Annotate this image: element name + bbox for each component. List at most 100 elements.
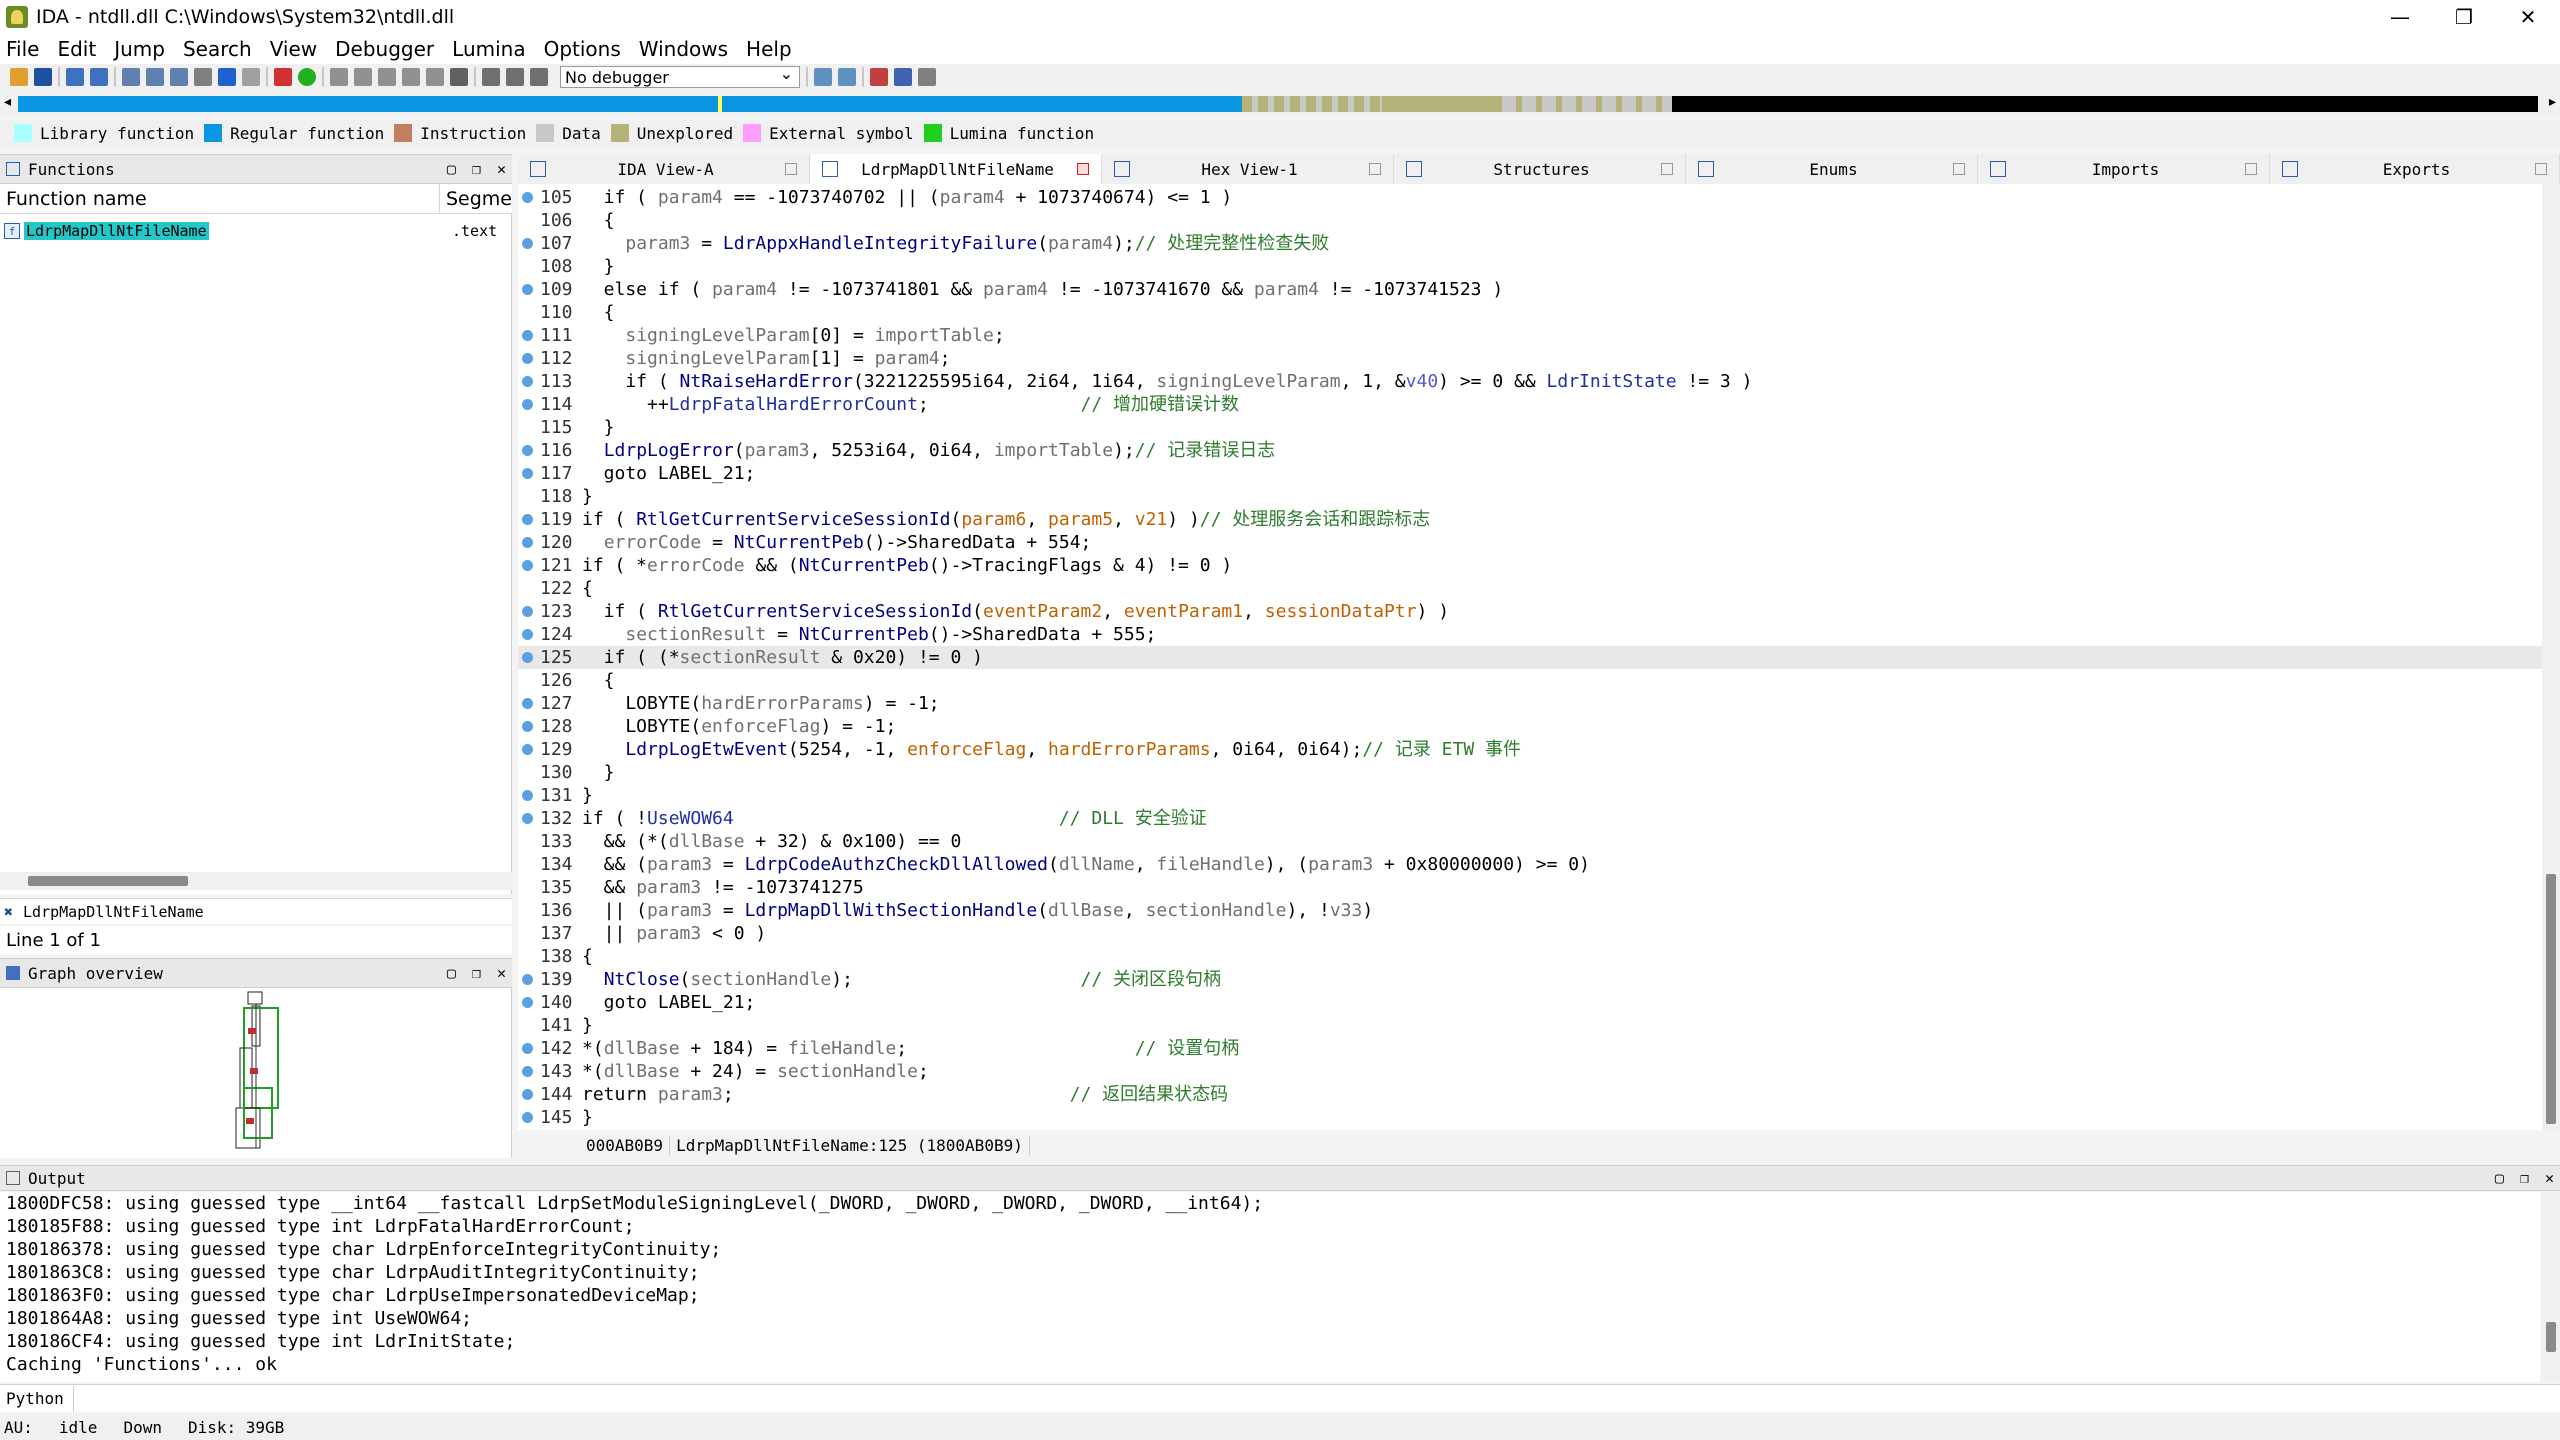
save-icon[interactable]	[34, 68, 52, 86]
menu-options[interactable]: Options	[544, 37, 621, 61]
code-line[interactable]: 129 LdrpLogEtwEvent(5254, -1, enforceFla…	[518, 738, 2542, 761]
functions-horizontal-scrollbar[interactable]	[0, 872, 512, 890]
code-line[interactable]: 136 || (param3 = LdrpMapDllWithSectionHa…	[518, 899, 2542, 922]
code-line[interactable]: 128 LOBYTE(enforceFlag) = -1;	[518, 715, 2542, 738]
menu-search[interactable]: Search	[183, 37, 252, 61]
breakpoint-dot-icon[interactable]	[522, 238, 533, 249]
code-line[interactable]: 131}	[518, 784, 2542, 807]
code-line[interactable]: 143 *(dllBase + 24) = sectionHandle;	[518, 1060, 2542, 1083]
tab-close-icon[interactable]	[1661, 163, 1673, 175]
cli-input[interactable]	[74, 1386, 2560, 1412]
forward-arrow-icon[interactable]	[90, 68, 108, 86]
breakpoint-dot-icon[interactable]	[522, 192, 533, 203]
code-line[interactable]: 117 goto LABEL_21;	[518, 462, 2542, 485]
breakpoint-dot-icon[interactable]	[522, 744, 533, 755]
breakpoint-dot-icon[interactable]	[522, 1089, 533, 1100]
breakpoint-dot-icon[interactable]	[522, 376, 533, 387]
search-icon[interactable]	[122, 68, 140, 86]
mark-icon[interactable]	[194, 68, 212, 86]
code-line[interactable]: 120 errorCode = NtCurrentPeb()->SharedDa…	[518, 531, 2542, 554]
code-line[interactable]: 144 return param3; // 返回结果状态码	[518, 1083, 2542, 1106]
code-line[interactable]: 109 else if ( param4 != -1073741801 && p…	[518, 278, 2542, 301]
tab-exports[interactable]: Exports	[2270, 154, 2560, 184]
clear-filter-icon[interactable]: ✖	[4, 903, 13, 921]
code-line[interactable]: 140 goto LABEL_21;	[518, 991, 2542, 1014]
breakpoint-dot-icon[interactable]	[522, 721, 533, 732]
code-line[interactable]: 124 sectionResult = NtCurrentPeb()->Shar…	[518, 623, 2542, 646]
menu-windows[interactable]: Windows	[639, 37, 728, 61]
pause-icon[interactable]	[506, 68, 524, 86]
code-line[interactable]: 108 }	[518, 255, 2542, 278]
breakpoint-dot-icon[interactable]	[522, 514, 533, 525]
tab-structures[interactable]: Structures	[1394, 154, 1686, 184]
breakpoint-dot-icon[interactable]	[522, 698, 533, 709]
tab-imports[interactable]: Imports	[1978, 154, 2270, 184]
menu-view[interactable]: View	[270, 37, 317, 61]
breakpoint-dot-icon[interactable]	[522, 445, 533, 456]
tab-hex-view-1[interactable]: Hex View-1	[1102, 154, 1394, 184]
jump-down-icon[interactable]	[218, 68, 236, 86]
scrollbar-thumb[interactable]	[2546, 1322, 2556, 1352]
edit-function-icon[interactable]	[354, 68, 372, 86]
structs-icon[interactable]	[426, 68, 444, 86]
panel-maximize-icon[interactable]: ▢	[2495, 1169, 2504, 1187]
breakpoint-dot-icon[interactable]	[522, 997, 533, 1008]
breakpoint-dot-icon[interactable]	[522, 813, 533, 824]
code-line[interactable]: 107 param3 = LdrAppxHandleIntegrityFailu…	[518, 232, 2542, 255]
nav-right-arrow-icon[interactable]: ▸	[2549, 94, 2556, 110]
panel-float-icon[interactable]: ❐	[472, 964, 481, 982]
maximize-button[interactable]: ❐	[2432, 0, 2496, 34]
breakpoint-dot-icon[interactable]	[522, 284, 533, 295]
code-line[interactable]: 114 ++LdrpFatalHardErrorCount; // 增加硬错误计…	[518, 393, 2542, 416]
breakpoint-dot-icon[interactable]	[522, 560, 533, 571]
code-line[interactable]: 141}	[518, 1014, 2542, 1037]
code-line[interactable]: 115 }	[518, 416, 2542, 439]
scrollbar-thumb[interactable]	[2546, 874, 2556, 1124]
code-line[interactable]: 138 {	[518, 945, 2542, 968]
breakpoint-dot-icon[interactable]	[522, 399, 533, 410]
tab-close-icon[interactable]	[2245, 163, 2257, 175]
code-line[interactable]: 123 if ( RtlGetCurrentServiceSessionId(e…	[518, 600, 2542, 623]
pseudocode-editor[interactable]: 105 if ( param4 == -1073740702 || (param…	[518, 184, 2542, 1130]
panel-close-icon[interactable]: ✕	[497, 964, 506, 982]
code-line[interactable]: 137 || param3 < 0 )	[518, 922, 2542, 945]
code-line[interactable]: 113 if ( NtRaiseHardError(3221225595i64,…	[518, 370, 2542, 393]
debugger-select[interactable]: No debugger	[560, 64, 800, 88]
tab-close-icon[interactable]	[785, 163, 797, 175]
column-segment[interactable]: Segme	[440, 188, 512, 210]
play-icon[interactable]	[482, 68, 500, 86]
code-line[interactable]: 132 if ( !UseWOW64 // DLL 安全验证	[518, 807, 2542, 830]
search-text-icon[interactable]	[146, 68, 164, 86]
tab-close-icon[interactable]	[1369, 163, 1381, 175]
code-line[interactable]: 106 {	[518, 209, 2542, 232]
tab-close-icon[interactable]	[1077, 163, 1089, 175]
attach-icon[interactable]	[814, 68, 832, 86]
code-line[interactable]: 116 LdrpLogError(param3, 5253i64, 0i64, …	[518, 439, 2542, 462]
panel-close-icon[interactable]: ✕	[497, 160, 506, 178]
code-line[interactable]: 110 {	[518, 301, 2542, 324]
tab-ida-view-a[interactable]: IDA View-A	[518, 154, 810, 184]
stop-icon[interactable]	[530, 68, 548, 86]
code-line[interactable]: 127 LOBYTE(hardErrorParams) = -1;	[518, 692, 2542, 715]
tab-pseudocode[interactable]: LdrpMapDllNtFileName	[810, 154, 1102, 184]
menu-edit[interactable]: Edit	[57, 37, 96, 61]
close-button[interactable]: ✕	[2496, 0, 2560, 34]
text-format-icon[interactable]	[242, 68, 260, 86]
editor-vertical-scrollbar[interactable]	[2542, 184, 2560, 1130]
menu-file[interactable]: File	[6, 37, 39, 61]
code-line[interactable]: 111 signingLevelParam[0] = importTable;	[518, 324, 2542, 347]
breakpoint-dot-icon[interactable]	[522, 330, 533, 341]
cli-language-button[interactable]: Python	[0, 1385, 74, 1412]
code-line[interactable]: 118}	[518, 485, 2542, 508]
scrollbar-thumb[interactable]	[28, 876, 188, 886]
analysis-icon[interactable]	[274, 68, 292, 86]
tab-close-icon[interactable]	[1953, 163, 1965, 175]
lumina-push-icon[interactable]	[870, 68, 888, 86]
xrefs-icon[interactable]	[402, 68, 420, 86]
refresh-icon[interactable]	[838, 68, 856, 86]
panel-float-icon[interactable]: ❐	[2520, 1169, 2529, 1187]
breakpoint-dot-icon[interactable]	[522, 1112, 533, 1123]
tab-enums[interactable]: Enums	[1686, 154, 1978, 184]
close-x-icon[interactable]	[450, 68, 468, 86]
function-row[interactable]: f LdrpMapDllNtFileName .text	[0, 220, 512, 242]
